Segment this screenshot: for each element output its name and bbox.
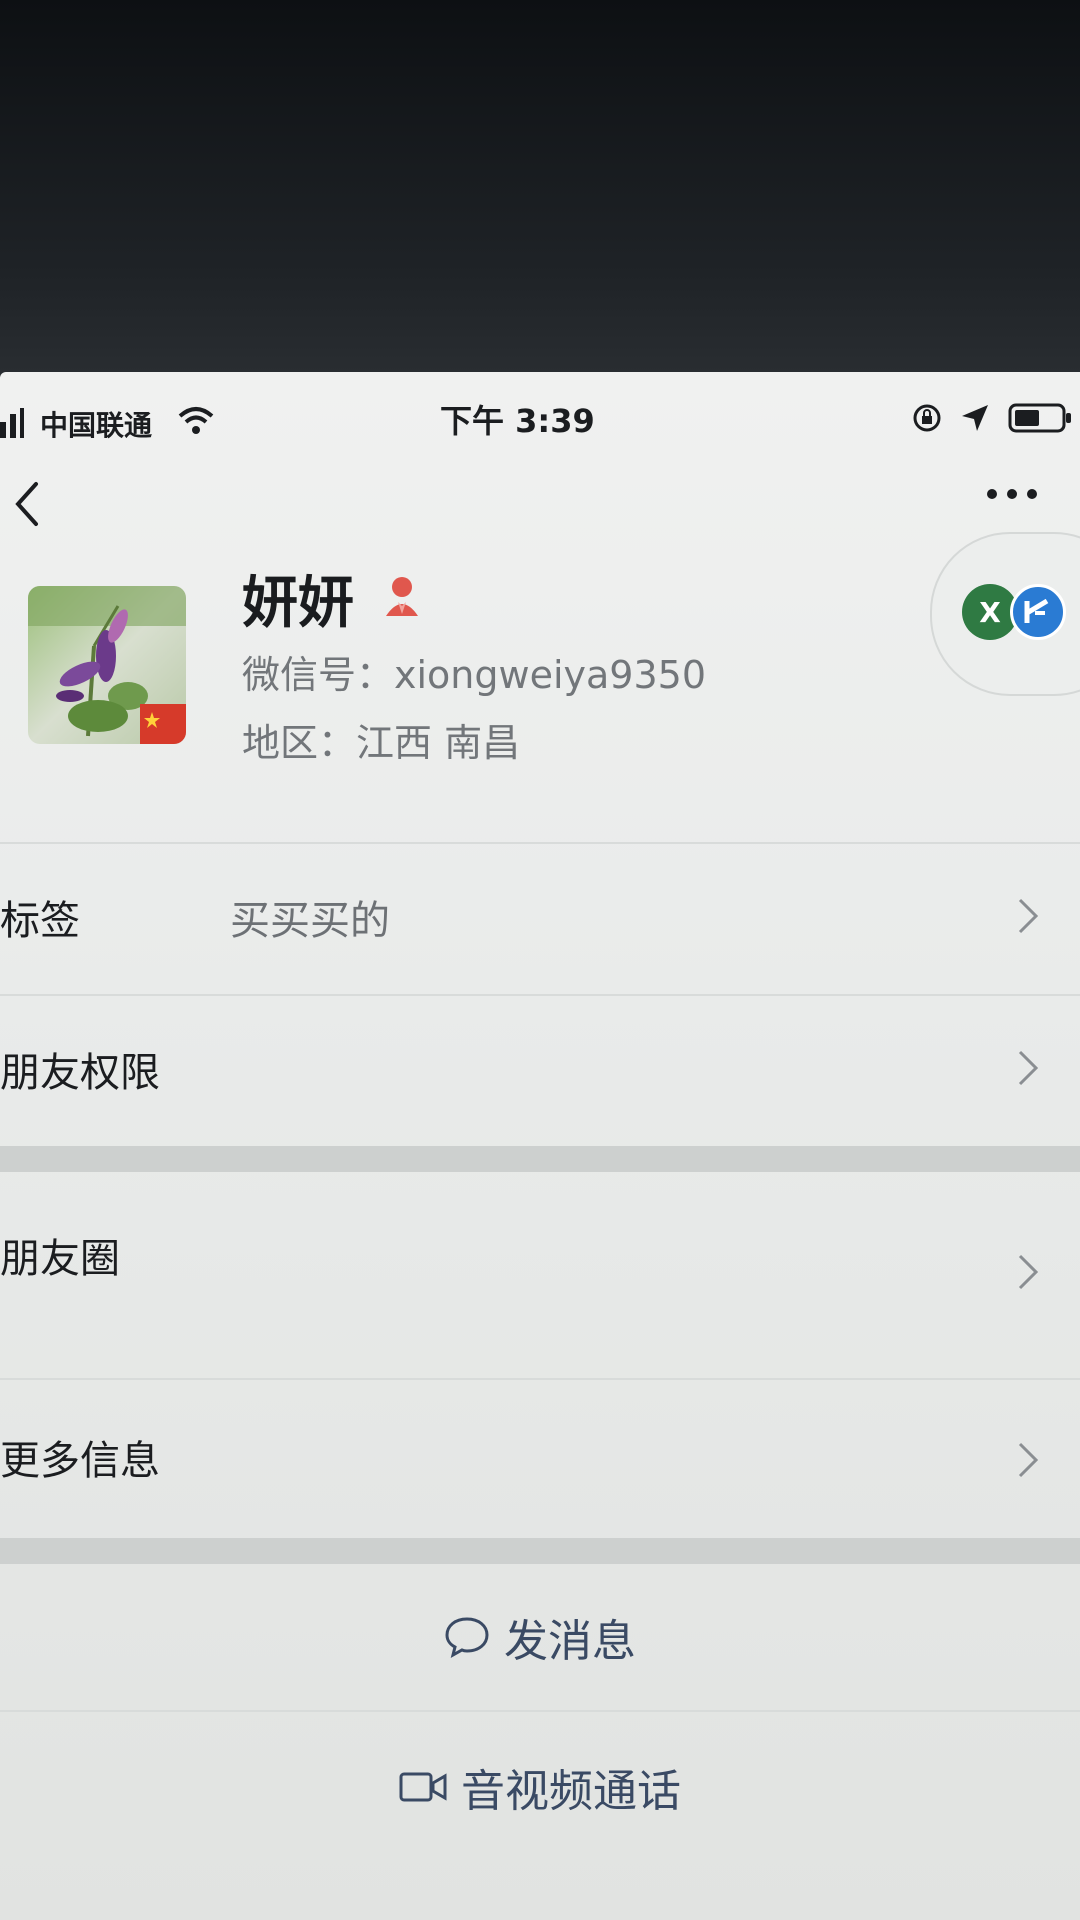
row-more-info[interactable]: 更多信息 bbox=[0, 1380, 1080, 1538]
status-right-icons bbox=[912, 402, 1072, 434]
device-bezel bbox=[0, 0, 1080, 392]
carrier-name: 中国联通 bbox=[40, 409, 153, 442]
floating-mini-apps[interactable]: X bbox=[930, 532, 1080, 696]
more-options-icon[interactable] bbox=[982, 484, 1042, 504]
region: 地区：江西 南昌 bbox=[242, 721, 521, 765]
phone-screen: 中国联通 下午 3:39 妍妍 微信号：xiongweiya9350 地区：江西… bbox=[0, 372, 1080, 1920]
chevron-right-icon bbox=[1018, 1442, 1039, 1478]
tags-value: 买买买的 bbox=[230, 898, 390, 944]
video-camera-icon bbox=[399, 1772, 447, 1802]
mini-app-blue-icon[interactable] bbox=[1010, 584, 1066, 640]
send-message-label: 发消息 bbox=[504, 1616, 636, 1667]
signal-icon bbox=[0, 408, 24, 438]
location-arrow-icon bbox=[962, 405, 988, 431]
section-separator bbox=[0, 1538, 1080, 1564]
back-arrow-icon[interactable] bbox=[8, 476, 44, 532]
more-info-label: 更多信息 bbox=[0, 1438, 160, 1484]
avatar[interactable] bbox=[28, 586, 186, 744]
chevron-right-icon bbox=[1018, 1050, 1039, 1086]
chevron-right-icon bbox=[1018, 1254, 1039, 1290]
contact-name: 妍妍 bbox=[242, 571, 354, 636]
row-friend-permissions[interactable]: 朋友权限 bbox=[0, 996, 1080, 1146]
wechat-id: 微信号：xiongweiya9350 bbox=[242, 653, 706, 697]
chevron-right-icon bbox=[1018, 898, 1039, 934]
app-logo-icon bbox=[1024, 598, 1049, 623]
video-call-button[interactable]: 音视频通话 bbox=[0, 1712, 1080, 1862]
chat-bubble-icon bbox=[445, 1617, 489, 1658]
wifi-icon bbox=[178, 407, 214, 434]
rotation-lock-icon bbox=[913, 404, 941, 432]
female-user-icon bbox=[386, 577, 418, 616]
battery-icon bbox=[1008, 403, 1071, 433]
tags-label: 标签 bbox=[0, 898, 80, 944]
clock: 下午 3:39 bbox=[440, 402, 595, 440]
video-call-label: 音视频通话 bbox=[461, 1766, 681, 1817]
moments-label: 朋友圈 bbox=[0, 1236, 120, 1282]
avatar-image bbox=[28, 586, 186, 744]
section-separator bbox=[0, 1146, 1080, 1172]
row-moments[interactable]: 朋友圈 bbox=[0, 1172, 1080, 1378]
permissions-label: 朋友权限 bbox=[0, 1050, 160, 1096]
row-tags[interactable]: 标签 买买买的 bbox=[0, 844, 1080, 994]
status-bar: 中国联通 下午 3:39 bbox=[0, 372, 1080, 472]
send-message-button[interactable]: 发消息 bbox=[0, 1564, 1080, 1710]
